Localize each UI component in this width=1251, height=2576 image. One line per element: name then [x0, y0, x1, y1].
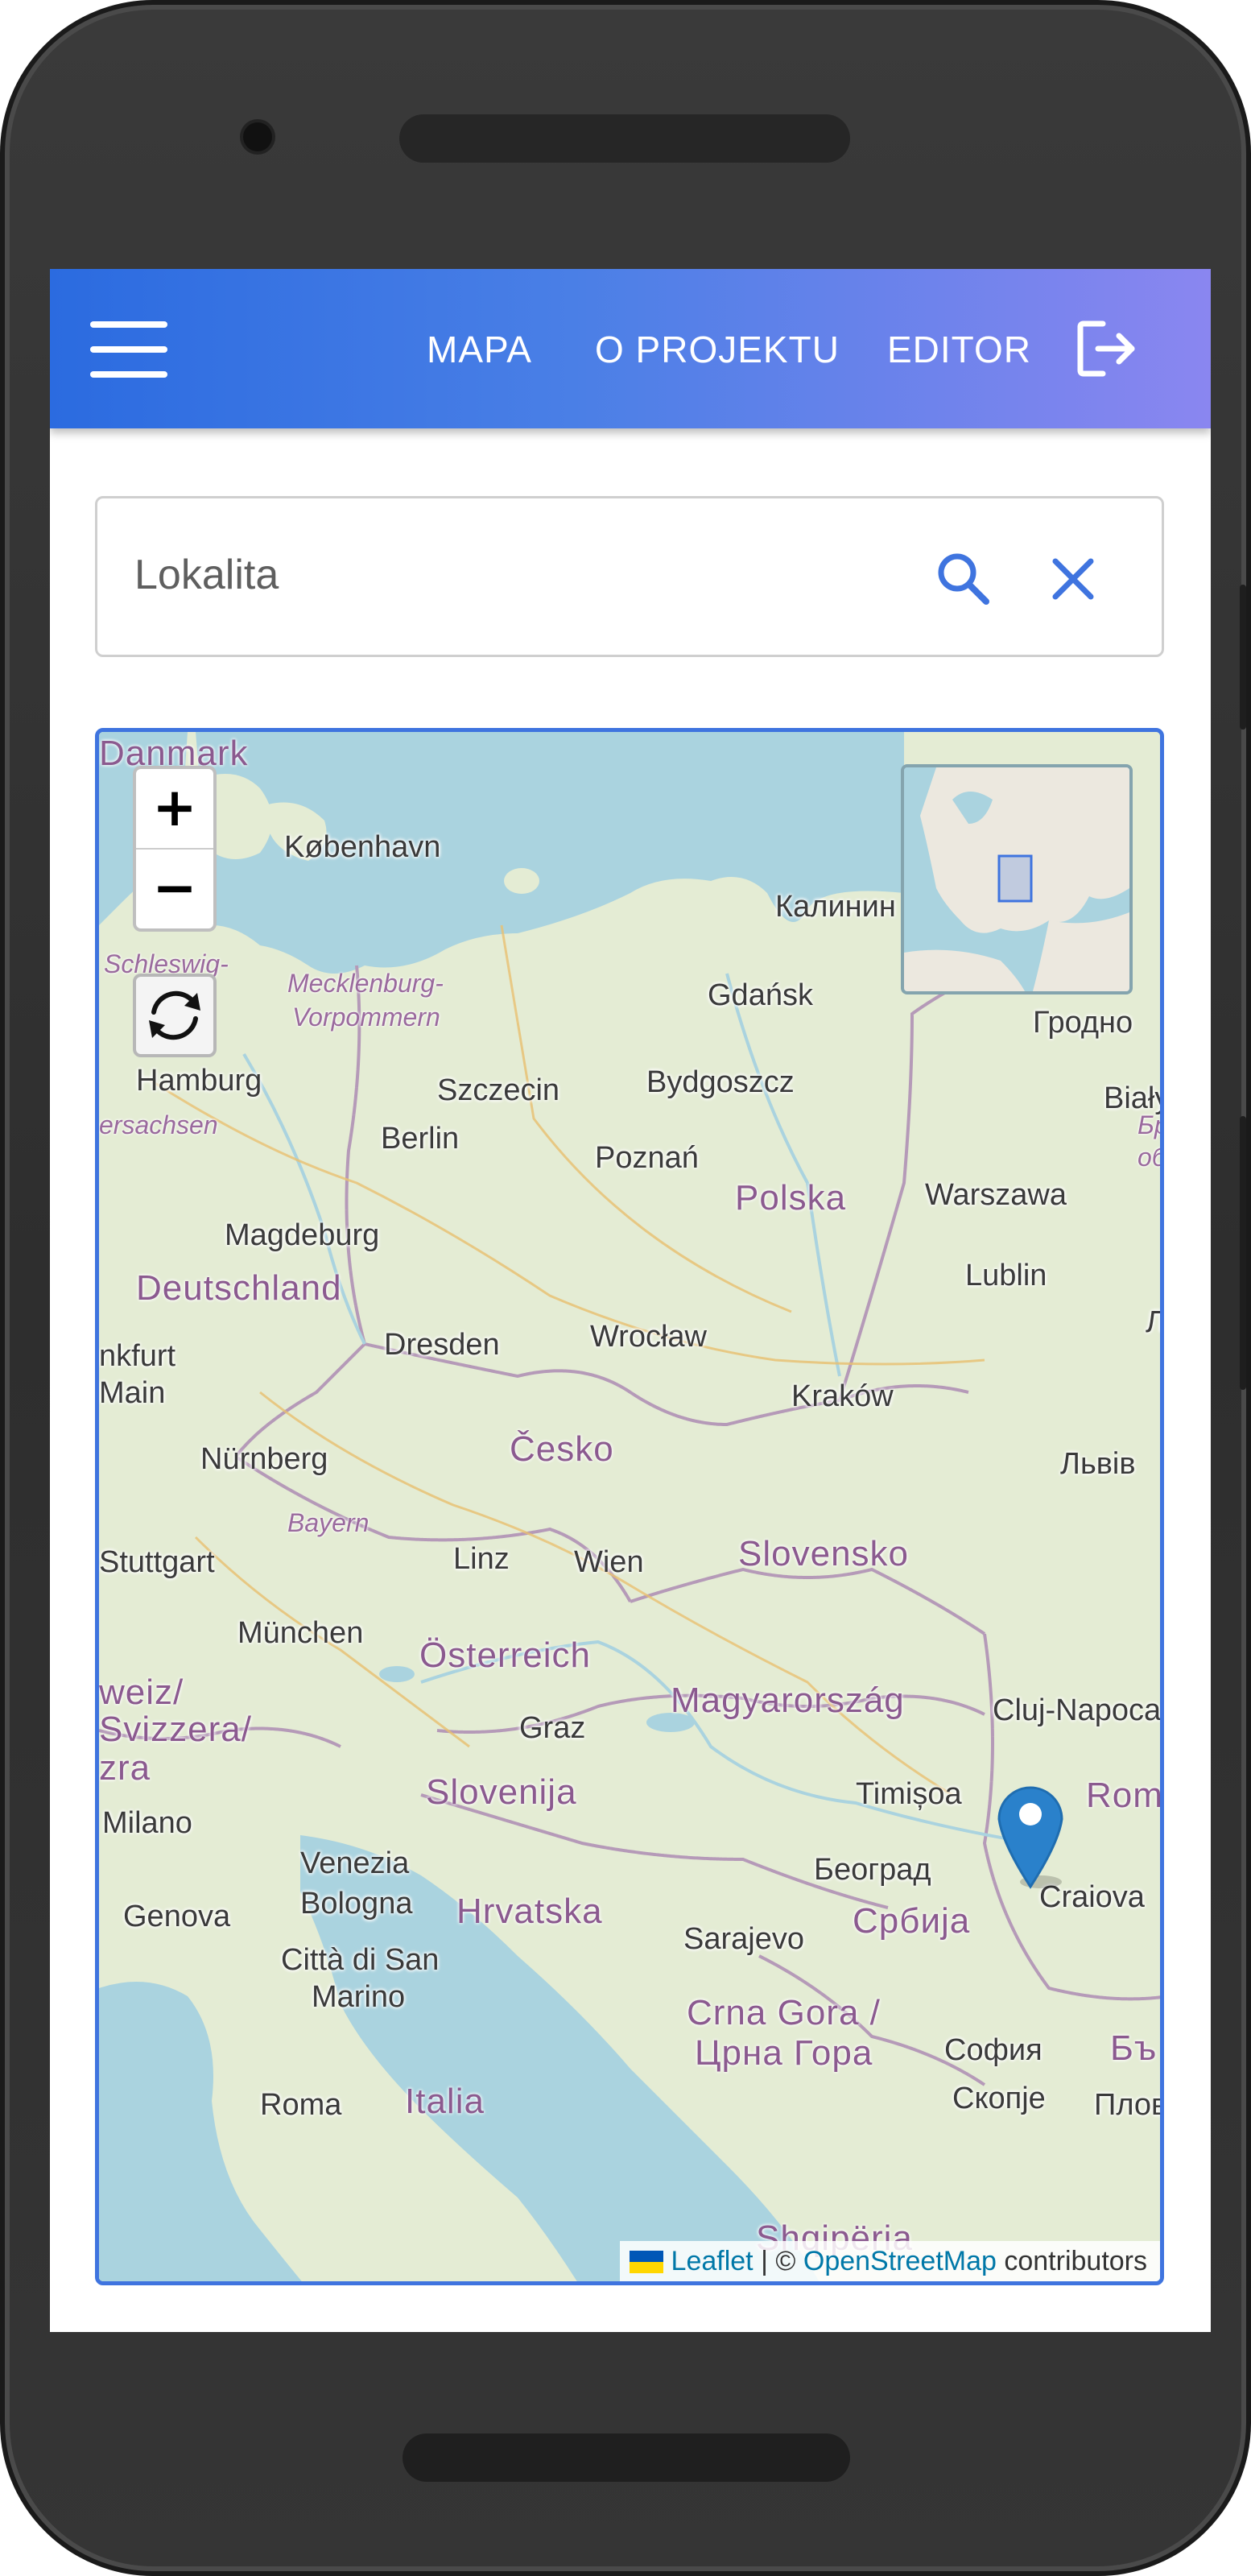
map-label: Србија: [853, 1901, 971, 1941]
map-label: Львів: [1060, 1447, 1136, 1481]
minimap[interactable]: [901, 764, 1133, 994]
map-label: München: [237, 1616, 364, 1650]
bottom-speaker: [403, 2433, 850, 2482]
nav-mapa[interactable]: MAPA: [427, 325, 532, 374]
map-label: Sarajevo: [683, 1922, 804, 1956]
map-label: weiz/: [99, 1673, 184, 1712]
minimap-viewport[interactable]: [997, 854, 1033, 903]
map-label: Bydgoszcz: [646, 1065, 795, 1099]
map-label: Калинин: [775, 890, 896, 924]
map-label: Venezia: [300, 1846, 410, 1880]
map-label: Hamburg: [136, 1064, 262, 1098]
map-label: Бъ: [1110, 2028, 1158, 2068]
map-label: Vorpommern: [292, 1003, 440, 1032]
attribution-suffix: contributors: [1004, 2246, 1147, 2276]
map-label: Cluj-Napoca: [993, 1693, 1162, 1727]
map-label: Città di San: [281, 1943, 440, 1977]
map-label: zra: [99, 1748, 151, 1788]
zoom-control: + −: [133, 766, 217, 932]
location-marker-icon[interactable]: [994, 1779, 1067, 1892]
map-label: Svizzera/: [99, 1710, 252, 1749]
map-label: Česko: [510, 1429, 614, 1469]
reset-view-button[interactable]: [133, 974, 217, 1057]
map-label: Wrocław: [590, 1320, 707, 1354]
front-camera: [243, 122, 272, 151]
map-label: Bayern: [287, 1508, 370, 1537]
minimap-tiles: [904, 767, 1129, 991]
map-attribution: Leaflet | © OpenStreetMap contributors: [619, 2241, 1160, 2281]
map-label: Österreich: [419, 1635, 591, 1675]
map-label: Скопје: [952, 2082, 1046, 2115]
map-label: København: [284, 830, 441, 864]
app-bar: MAPA O PROJEKTU EDITOR: [50, 269, 1211, 428]
refresh-icon: [149, 990, 200, 1040]
leaflet-link[interactable]: Leaflet: [671, 2246, 753, 2276]
logout-icon[interactable]: [1076, 319, 1140, 378]
map-label: Deutschland: [136, 1268, 342, 1308]
map-label: Româ: [1086, 1776, 1163, 1815]
map-label: Mecklenburg-: [287, 969, 444, 998]
map-label: Београд: [814, 1853, 931, 1887]
map-label: София: [944, 2033, 1042, 2067]
map-label: Berlin: [381, 1122, 460, 1156]
nav-editor[interactable]: EDITOR: [887, 325, 1031, 374]
map-label: Genova: [123, 1900, 231, 1933]
map-label: Magdeburg: [225, 1218, 380, 1252]
map-label: Timișoa: [856, 1777, 962, 1811]
location-search-field: [95, 496, 1164, 657]
volume-button: [1240, 585, 1246, 730]
map-label: Gdańsk: [708, 978, 813, 1012]
ukraine-flag-icon: [629, 2251, 663, 2273]
map-label: Italia: [405, 2082, 485, 2121]
map-label: Linz: [453, 1542, 510, 1576]
search-input[interactable]: [134, 539, 859, 611]
map-label: Црна Гора: [695, 2033, 873, 2073]
close-icon[interactable]: [1047, 553, 1099, 605]
map-label: Szczecin: [437, 1073, 560, 1107]
map-label: Slovenija: [426, 1772, 577, 1812]
map-label: Wien: [574, 1545, 644, 1579]
map-label: Slovensko: [738, 1534, 910, 1573]
map-label: Bologna: [300, 1887, 413, 1921]
app-screen: MAPA O PROJEKTU EDITOR Lokalita Danmark …: [50, 269, 1211, 2332]
map-label: Polska: [735, 1178, 847, 1218]
map-label: Брє: [1137, 1110, 1160, 1139]
map-label: Marino: [312, 1980, 406, 2014]
map-label: ersachsen: [99, 1110, 218, 1139]
attribution-separator: | ©: [761, 2246, 796, 2276]
map-label: обл: [1137, 1143, 1160, 1172]
zoom-in-button[interactable]: +: [136, 769, 213, 850]
map-label: Nürnberg: [200, 1442, 328, 1476]
earpiece-speaker: [399, 114, 850, 163]
map-label: Crna Gora /: [687, 1993, 881, 2032]
map-label: Milano: [102, 1806, 192, 1840]
phone-frame: MAPA O PROJEKTU EDITOR Lokalita Danmark …: [0, 0, 1251, 2576]
map-label: Плов: [1094, 2088, 1164, 2122]
map-label: Dresden: [384, 1328, 500, 1362]
openstreetmap-link[interactable]: OpenStreetMap: [803, 2246, 997, 2276]
map-label: Lublin: [965, 1259, 1047, 1292]
map-label: Л: [1146, 1305, 1164, 1339]
map-label: Graz: [519, 1711, 586, 1745]
map-label: Kraków: [791, 1379, 894, 1413]
map-label: Stuttgart: [99, 1545, 215, 1579]
map-view[interactable]: Danmark København Калинин Gdańsk Гродно …: [95, 728, 1164, 2285]
zoom-out-button[interactable]: −: [136, 850, 213, 928]
map-label: Main: [99, 1376, 166, 1410]
map-label: Magyarország: [671, 1681, 905, 1720]
search-icon[interactable]: [933, 548, 994, 610]
menu-icon[interactable]: [90, 321, 167, 378]
map-label: Poznań: [595, 1141, 699, 1175]
map-label: Гродно: [1033, 1006, 1133, 1040]
nav-o-projektu[interactable]: O PROJEKTU: [595, 325, 840, 374]
map-label: nkfurt: [99, 1339, 176, 1373]
map-label: Warszawa: [925, 1178, 1067, 1212]
map-label: Roma: [260, 2088, 342, 2122]
map-label: Hrvatska: [456, 1892, 603, 1931]
power-button: [1240, 1116, 1246, 1390]
